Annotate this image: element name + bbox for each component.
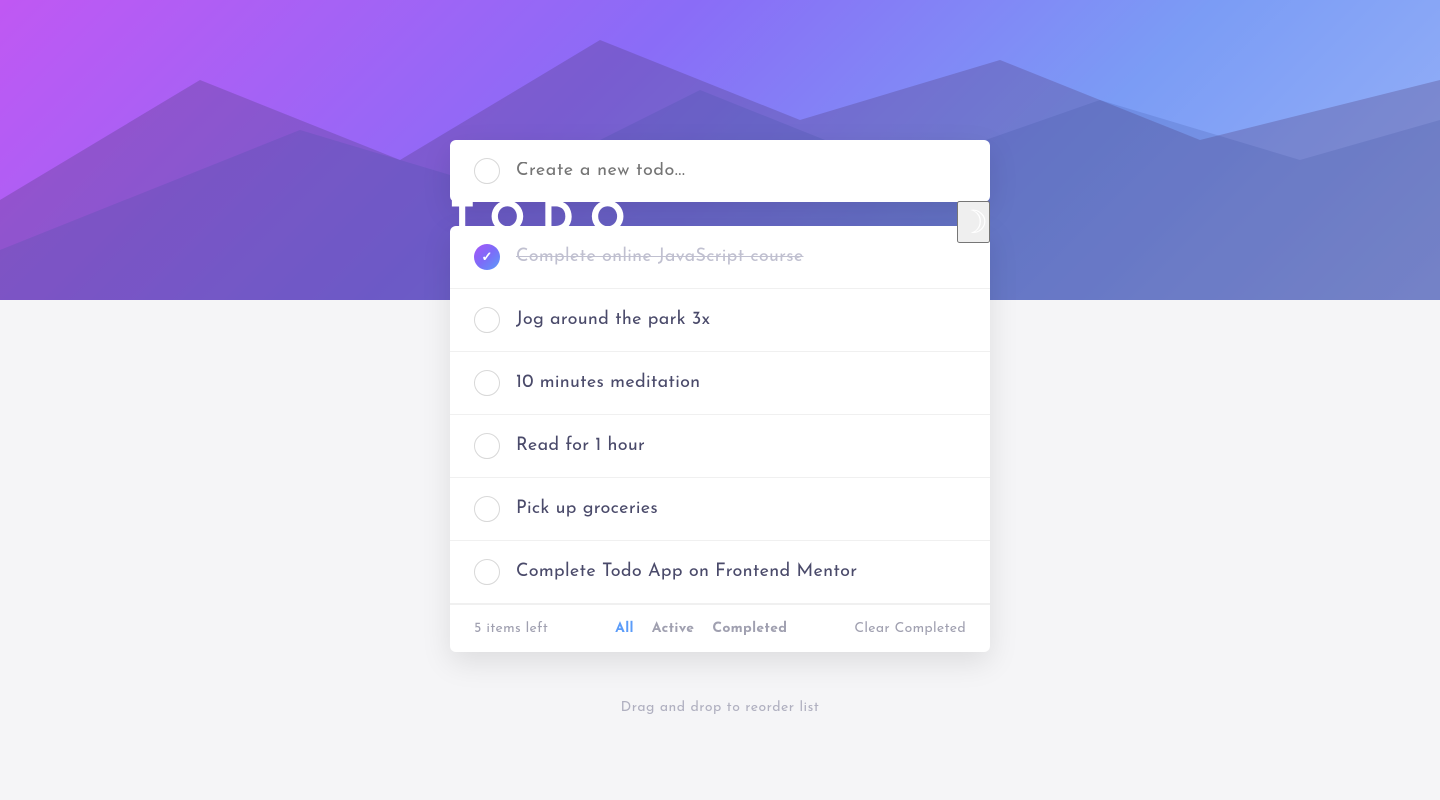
filter-active-button[interactable]: Active <box>652 621 695 636</box>
filter-buttons: All Active Completed <box>615 621 787 636</box>
todo-item-4[interactable]: Read for 1 hour <box>450 415 990 478</box>
drag-hint: Drag and drop to reorder list <box>450 700 990 715</box>
clear-completed-button[interactable]: Clear Completed <box>854 621 966 636</box>
todo-checkbox-4[interactable] <box>474 433 500 459</box>
todo-footer: 5 items left All Active Completed Clear … <box>450 604 990 652</box>
todo-text-5: Pick up groceries <box>516 500 658 518</box>
todo-text-3: 10 minutes meditation <box>516 374 700 392</box>
todo-text-2: Jog around the park 3x <box>516 311 710 329</box>
items-left-count: 5 items left <box>474 621 548 636</box>
todo-item-6[interactable]: Complete Todo App on Frontend Mentor <box>450 541 990 604</box>
todo-checkbox-3[interactable] <box>474 370 500 396</box>
theme-toggle-button[interactable]: ☽ <box>957 201 990 243</box>
todo-item-5[interactable]: Pick up groceries <box>450 478 990 541</box>
todo-item-3[interactable]: 10 minutes meditation <box>450 352 990 415</box>
filter-completed-button[interactable]: Completed <box>712 621 787 636</box>
main-container: TODO ☽ ✓ Complete online JavaScript cour… <box>450 140 990 715</box>
todo-text-4: Read for 1 hour <box>516 437 645 455</box>
todo-checkbox-5[interactable] <box>474 496 500 522</box>
filter-all-button[interactable]: All <box>615 621 634 636</box>
todo-checkbox-6[interactable] <box>474 559 500 585</box>
app-title: TODO <box>450 200 642 243</box>
app-header: TODO ☽ <box>450 140 990 303</box>
todo-text-6: Complete Todo App on Frontend Mentor <box>516 563 857 581</box>
todo-checkbox-2[interactable] <box>474 307 500 333</box>
